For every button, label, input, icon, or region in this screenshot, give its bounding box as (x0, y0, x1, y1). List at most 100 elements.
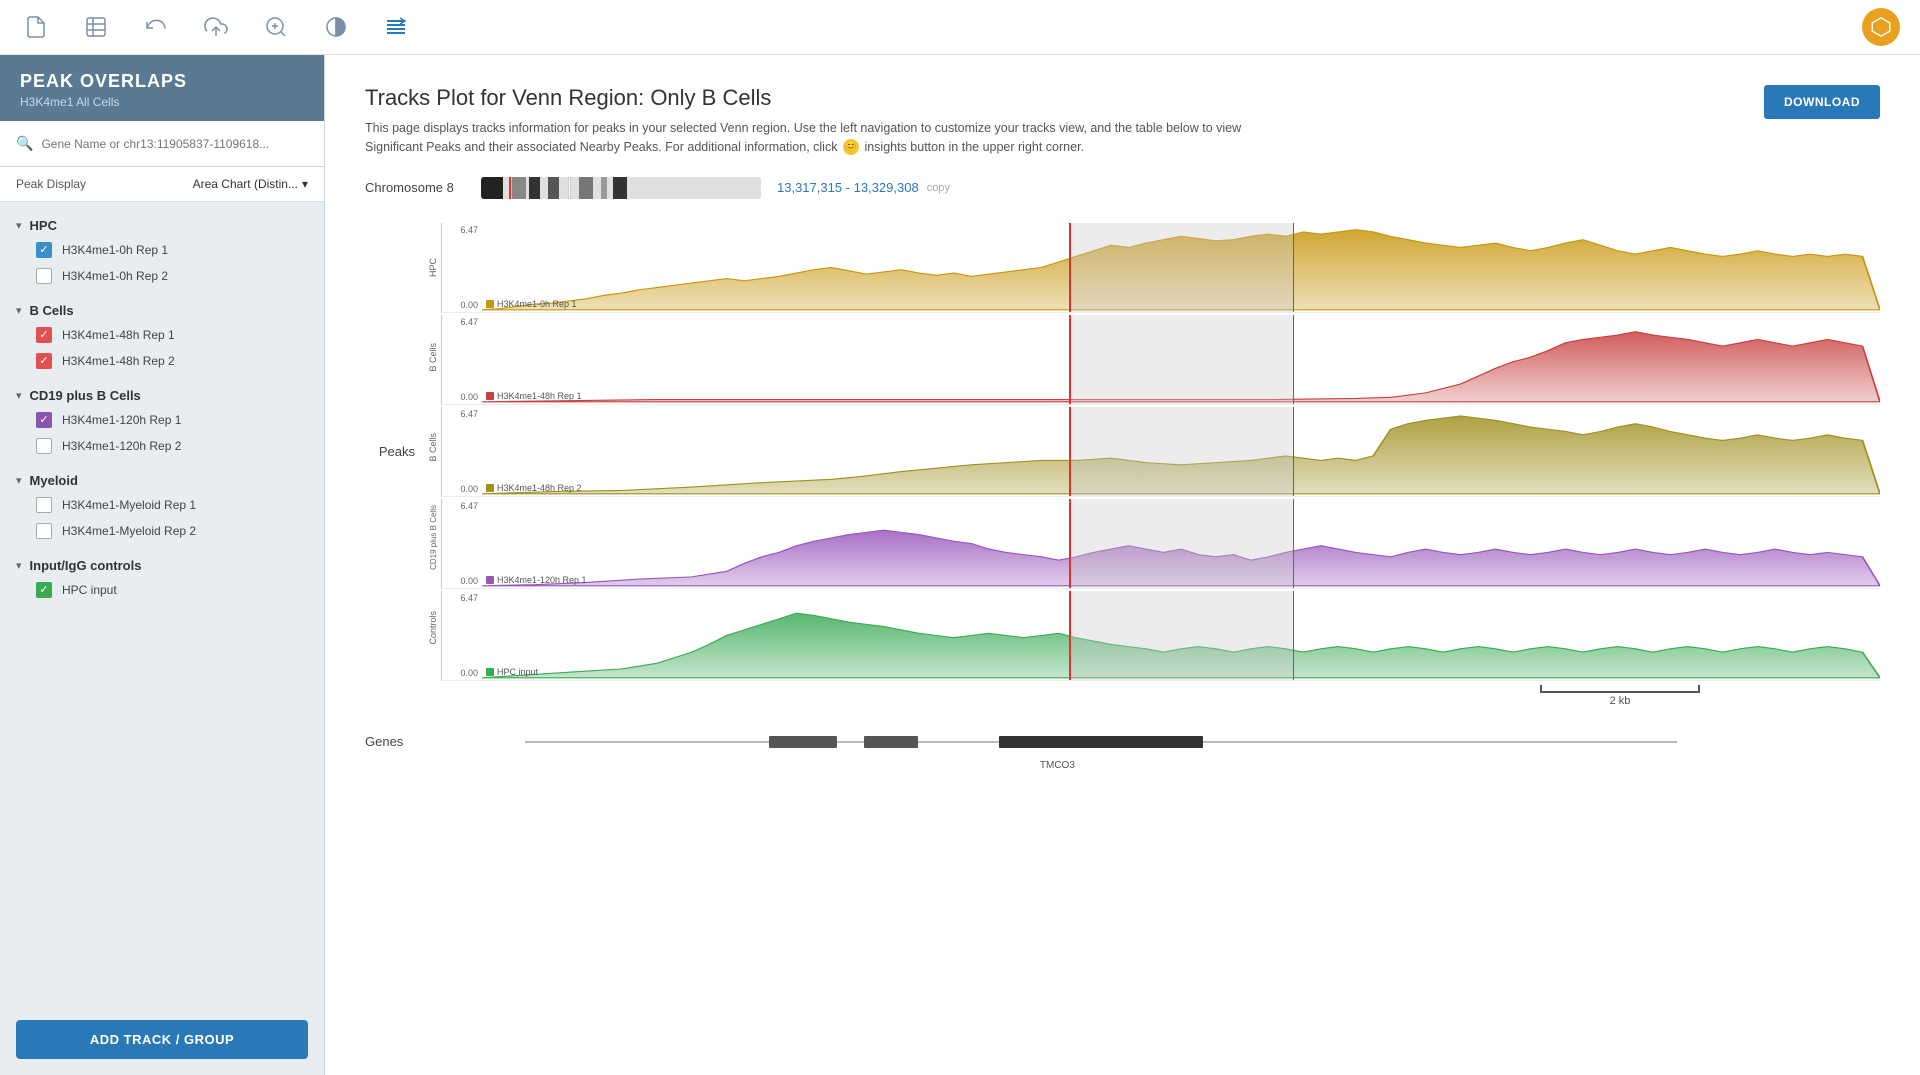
track-item[interactable]: H3K4me1-Myeloid Rep 2 (0, 518, 324, 544)
peaks-label: Peaks (379, 444, 415, 459)
search-icon: 🔍 (16, 135, 33, 152)
track-checkbox[interactable] (36, 523, 52, 539)
chart-area-hpc (482, 223, 1880, 312)
group-name-controls: Input/IgG controls (30, 558, 142, 573)
group-header-myeloid[interactable]: ▾ Myeloid (0, 465, 324, 492)
download-button[interactable]: DOWNLOAD (1764, 85, 1880, 119)
track-checkbox[interactable]: ✓ (36, 353, 52, 369)
track-legend-cd19: H3K4me1-120h Rep 1 (486, 575, 587, 585)
group-name-hpc: HPC (30, 218, 57, 233)
page-description: This page displays tracks information fo… (365, 119, 1265, 157)
legend-color-controls (486, 668, 494, 676)
legend-color-cd19 (486, 576, 494, 584)
chart-area-cd19 (482, 499, 1880, 588)
group-name-cd19: CD19 plus B Cells (30, 388, 141, 403)
track-checkbox[interactable]: ✓ (36, 327, 52, 343)
chevron-icon: ▾ (16, 559, 22, 572)
add-track-group-button[interactable]: ADD TRACK / GROUP (16, 1020, 308, 1059)
page-header: Tracks Plot for Venn Region: Only B Cell… (365, 85, 1880, 157)
track-name: H3K4me1-120h Rep 2 (62, 439, 181, 453)
track-item[interactable]: ✓ H3K4me1-120h Rep 1 (0, 407, 324, 433)
gene-block-main (999, 736, 1202, 748)
sidebar-search-row: 🔍 (0, 121, 324, 167)
track-name: H3K4me1-48h Rep 1 (62, 328, 175, 342)
tracks-plot-area: HPC B Cells B Cells CD19 plus B Cells Co… (425, 223, 1880, 681)
main-content: Tracks Plot for Venn Region: Only B Cell… (325, 55, 1920, 1075)
side-label-bcells2: B Cells (425, 403, 441, 493)
track-name: H3K4me1-0h Rep 2 (62, 269, 168, 283)
y-axis-controls: 6.47 0.00 (442, 591, 482, 680)
chart-area-bcells2 (482, 407, 1880, 496)
track-name: H3K4me1-48h Rep 2 (62, 354, 175, 368)
legend-color-hpc (486, 300, 494, 308)
chevron-icon: ▾ (16, 389, 22, 402)
chevron-icon: ▾ (16, 219, 22, 232)
scale-bar (1540, 685, 1700, 693)
chromosome-label: Chromosome 8 (365, 180, 465, 195)
track-item[interactable]: H3K4me1-120h Rep 2 (0, 433, 324, 459)
chart-svg-bcells1 (482, 315, 1880, 404)
copy-button[interactable]: copy (927, 182, 950, 194)
chromosome-position[interactable]: 13,317,315 - 13,329,308 copy (777, 180, 950, 195)
track-chart-cd19: 6.47 0.00 (441, 499, 1880, 589)
document-icon[interactable] (20, 11, 52, 43)
group-header-hpc[interactable]: ▾ HPC (0, 210, 324, 237)
app-icon[interactable] (1862, 8, 1900, 46)
track-item[interactable]: ✓ H3K4me1-48h Rep 1 (0, 322, 324, 348)
track-legend-bcells2: H3K4me1-48h Rep 2 (486, 483, 582, 493)
track-chart-controls: 6.47 0.00 (441, 591, 1880, 681)
chart-svg-cd19 (482, 499, 1880, 588)
track-checkbox[interactable]: ✓ (36, 412, 52, 428)
track-item[interactable]: H3K4me1-Myeloid Rep 1 (0, 492, 324, 518)
group-name-myeloid: Myeloid (30, 473, 78, 488)
track-item[interactable]: ✓ H3K4me1-48h Rep 2 (0, 348, 324, 374)
y-axis-hpc: 6.47 0.00 (442, 223, 482, 312)
undo-icon[interactable] (140, 11, 172, 43)
track-name: H3K4me1-Myeloid Rep 2 (62, 524, 196, 538)
scale-label: 2 kb (1610, 695, 1631, 707)
peak-display-dropdown[interactable]: Area Chart (Distin... ▾ (193, 177, 308, 191)
track-item[interactable]: ✓ HPC input (0, 577, 324, 603)
chromosome-bar (481, 177, 761, 199)
track-checkbox[interactable]: ✓ (36, 582, 52, 598)
track-checkbox[interactable] (36, 497, 52, 513)
track-chart-bcells1: 6.47 0.00 (441, 315, 1880, 405)
gene-block-2 (864, 736, 918, 748)
cloud-upload-icon[interactable] (200, 11, 232, 43)
chart-area-controls (482, 591, 1880, 680)
chart-area-bcells1 (482, 315, 1880, 404)
track-item[interactable]: H3K4me1-0h Rep 2 (0, 263, 324, 289)
track-checkbox[interactable]: ✓ (36, 242, 52, 258)
group-header-bcells[interactable]: ▾ B Cells (0, 295, 324, 322)
legend-color-bcells1 (486, 392, 494, 400)
group-header-controls[interactable]: ▾ Input/IgG controls (0, 550, 324, 577)
track-checkbox[interactable] (36, 268, 52, 284)
group-header-cd19[interactable]: ▾ CD19 plus B Cells (0, 380, 324, 407)
search-input[interactable] (41, 137, 308, 151)
sidebar-title: PEAK OVERLAPS (20, 71, 304, 92)
track-legend-hpc: H3K4me1-0h Rep 1 (486, 299, 577, 309)
side-label-hpc: HPC (425, 223, 441, 313)
scale-bar-wrapper: 2 kb (1540, 685, 1700, 707)
chevron-icon: ▾ (16, 304, 22, 317)
track-name: H3K4me1-120h Rep 1 (62, 413, 181, 427)
sidebar-subtitle: H3K4me1 All Cells (20, 95, 304, 109)
gene-block-1 (769, 736, 837, 748)
charts-column: 6.47 0.00 (441, 223, 1880, 681)
sidebar: PEAK OVERLAPS H3K4me1 All Cells 🔍 Peak D… (0, 55, 325, 1075)
search-zoom-icon[interactable] (260, 11, 292, 43)
peak-display-row: Peak Display Area Chart (Distin... ▾ (0, 167, 324, 202)
track-chart-bcells2: 6.47 0.00 (441, 407, 1880, 497)
table-icon[interactable] (80, 11, 112, 43)
track-checkbox[interactable] (36, 438, 52, 454)
legend-color-bcells2 (486, 484, 494, 492)
tracks-area: Peaks HPC B Cells B Cells CD19 plus (365, 223, 1880, 681)
tracks-active-icon[interactable] (380, 11, 412, 43)
track-legend-controls: HPC input (486, 667, 538, 677)
page-header-left: Tracks Plot for Venn Region: Only B Cell… (365, 85, 1265, 157)
peak-display-label: Peak Display (16, 177, 86, 191)
track-name: H3K4me1-0h Rep 1 (62, 243, 168, 257)
track-item[interactable]: ✓ H3K4me1-0h Rep 1 (0, 237, 324, 263)
main-layout: PEAK OVERLAPS H3K4me1 All Cells 🔍 Peak D… (0, 55, 1920, 1075)
contrast-icon[interactable] (320, 11, 352, 43)
